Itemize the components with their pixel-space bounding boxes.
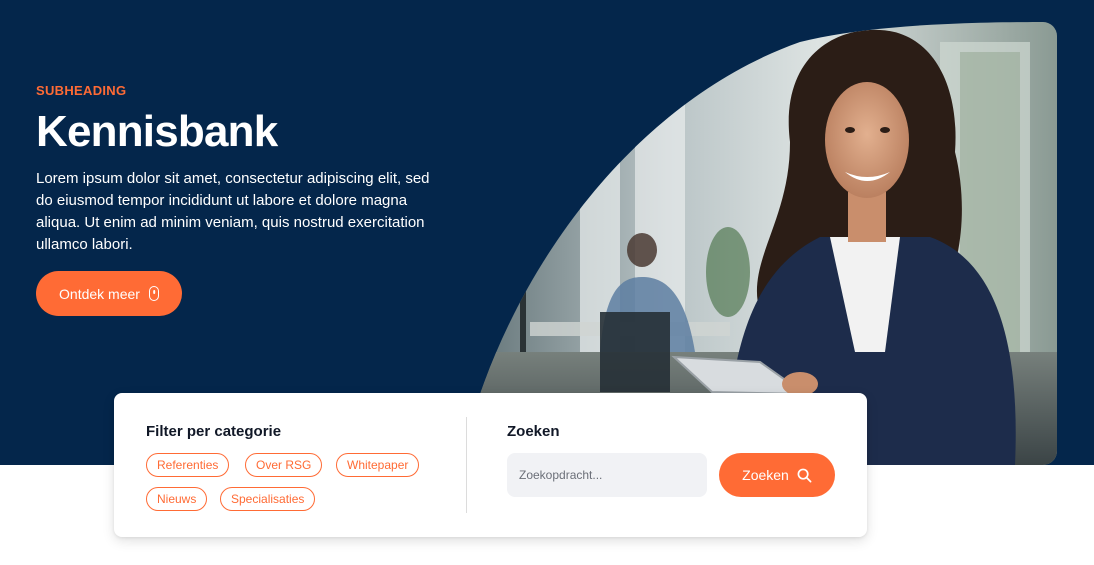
tag-referenties[interactable]: Referenties xyxy=(146,453,230,477)
search-button-label: Zoeken xyxy=(742,467,789,483)
hero-text: SUBHEADING Kennisbank Lorem ipsum dolor … xyxy=(36,80,456,256)
tag-nieuws[interactable]: Nieuws xyxy=(146,487,208,511)
filter-heading: Filter per categorie xyxy=(146,423,282,440)
hero-description: Lorem ipsum dolor sit amet, consectetur … xyxy=(36,170,430,254)
discover-more-button[interactable]: Ontdek meer xyxy=(36,271,182,316)
search-input[interactable] xyxy=(507,453,707,497)
mouse-scroll-icon xyxy=(148,286,159,301)
tag-over-rsg[interactable]: Over RSG xyxy=(245,453,323,477)
hero-subheading: SUBHEADING xyxy=(36,83,127,98)
tag-specialisaties[interactable]: Specialisaties xyxy=(220,487,316,511)
search-button[interactable]: Zoeken xyxy=(719,453,835,497)
search-heading: Zoeken xyxy=(507,423,560,440)
tag-whitepaper[interactable]: Whitepaper xyxy=(336,453,420,477)
discover-more-label: Ontdek meer xyxy=(59,285,140,302)
search-icon xyxy=(797,468,812,482)
filter-search-card: Filter per categorie Referenties Over RS… xyxy=(114,393,867,537)
page-title: Kennisbank xyxy=(36,107,278,156)
card-divider xyxy=(466,417,467,513)
